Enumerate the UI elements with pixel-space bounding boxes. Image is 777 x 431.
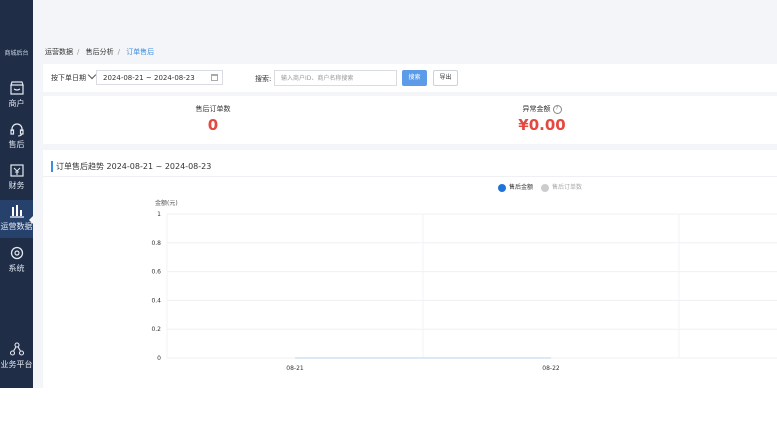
sidebar-item-label: 业务平台 [0,360,33,369]
date-range-value: 2024-08-21 ~ 2024-08-23 [103,74,195,82]
sidebar: 商城后台 商户 售后 财务 运营数据 系统 业务平台 [0,0,33,388]
stats-card: 售后订单数 0 异常金额? ¥0.00 [43,96,777,144]
sidebar-item-business-platform[interactable]: 业务平台 [0,341,33,381]
app-window: 商城后台 商户 售后 财务 运营数据 系统 业务平台 运营数据 / 售后分析 /… [0,0,777,388]
stat-amount: 异常金额? ¥0.00 [497,104,587,134]
stat-amount-value: ¥0.00 [518,116,566,134]
store-icon [9,81,24,95]
breadcrumb: 运营数据 / 售后分析 / 订单售后 [45,48,155,56]
sidebar-item-aftersale[interactable]: 售后 [0,121,33,161]
main-content: 运营数据 / 售后分析 / 订单售后 按下单日期 2024-08-21 ~ 2024… [33,0,777,388]
y-tick-label: 0.2 [151,326,161,333]
sidebar-item-label: 售后 [8,140,25,149]
date-mode-value: 按下单日期 [51,74,86,82]
breadcrumb-item-operations[interactable]: 运营数据 [45,48,73,56]
search-label: 搜索: [255,75,272,83]
sidebar-item-system[interactable]: 系统 [0,245,33,285]
breadcrumb-item-aftersale-analysis[interactable]: 售后分析 [86,48,114,56]
y-axis-label: 金额(元) [155,199,178,207]
x-tick-label: 08-21 [286,365,304,372]
sidebar-item-label: 商户 [8,99,25,108]
y-tick-label: 0.6 [151,269,161,276]
search-button[interactable]: 搜索 [402,70,427,86]
stat-orders: 售后订单数 0 [173,104,253,134]
chart-card: 订单售后趋势 2024-08-21 ~ 2024-08-23 售后金额 售后订单… [43,150,777,388]
export-button[interactable]: 导出 [433,70,458,86]
stat-amount-label: 异常金额 [522,105,551,113]
y-tick-label: 0.8 [151,240,161,247]
search-input[interactable]: 输入商户ID、商户名称搜索 [274,70,397,86]
y-tick-label: 0 [157,355,161,362]
help-icon[interactable]: ? [552,104,562,114]
x-tick-label: 08-22 [542,365,560,372]
date-range-picker[interactable]: 2024-08-21 ~ 2024-08-23 [96,70,223,85]
headset-icon [9,123,24,137]
sidebar-item-label: 系统 [8,264,25,273]
y-tick-label: 1 [157,211,161,218]
trend-chart: 金额(元) 0 0.2 0.4 0.6 0.8 1 08-21 08-22 [151,199,777,372]
logo: 商城后台 [4,50,29,57]
date-mode-select[interactable]: 按下单日期 [51,70,97,86]
breadcrumb-item-order-aftersale: 订单售后 [126,48,155,56]
stat-orders-value: 0 [207,116,219,134]
sidebar-item-label: 财务 [8,181,25,190]
sidebar-item-operations[interactable]: 运营数据 [0,200,33,238]
network-icon [9,342,24,356]
y-tick-label: 0.4 [151,297,161,304]
gear-icon [10,246,23,260]
sidebar-item-merchant[interactable]: 商户 [0,80,33,120]
yuan-icon [9,164,24,177]
filter-bar: 按下单日期 2024-08-21 ~ 2024-08-23 搜索: 输入商户ID… [43,64,777,92]
chevron-down-icon [87,70,97,80]
calendar-icon [211,74,218,81]
stat-orders-label: 售后订单数 [195,105,231,113]
bar-chart-icon [9,205,24,218]
sidebar-item-label: 运营数据 [0,222,33,231]
sidebar-item-finance[interactable]: 财务 [0,162,33,202]
